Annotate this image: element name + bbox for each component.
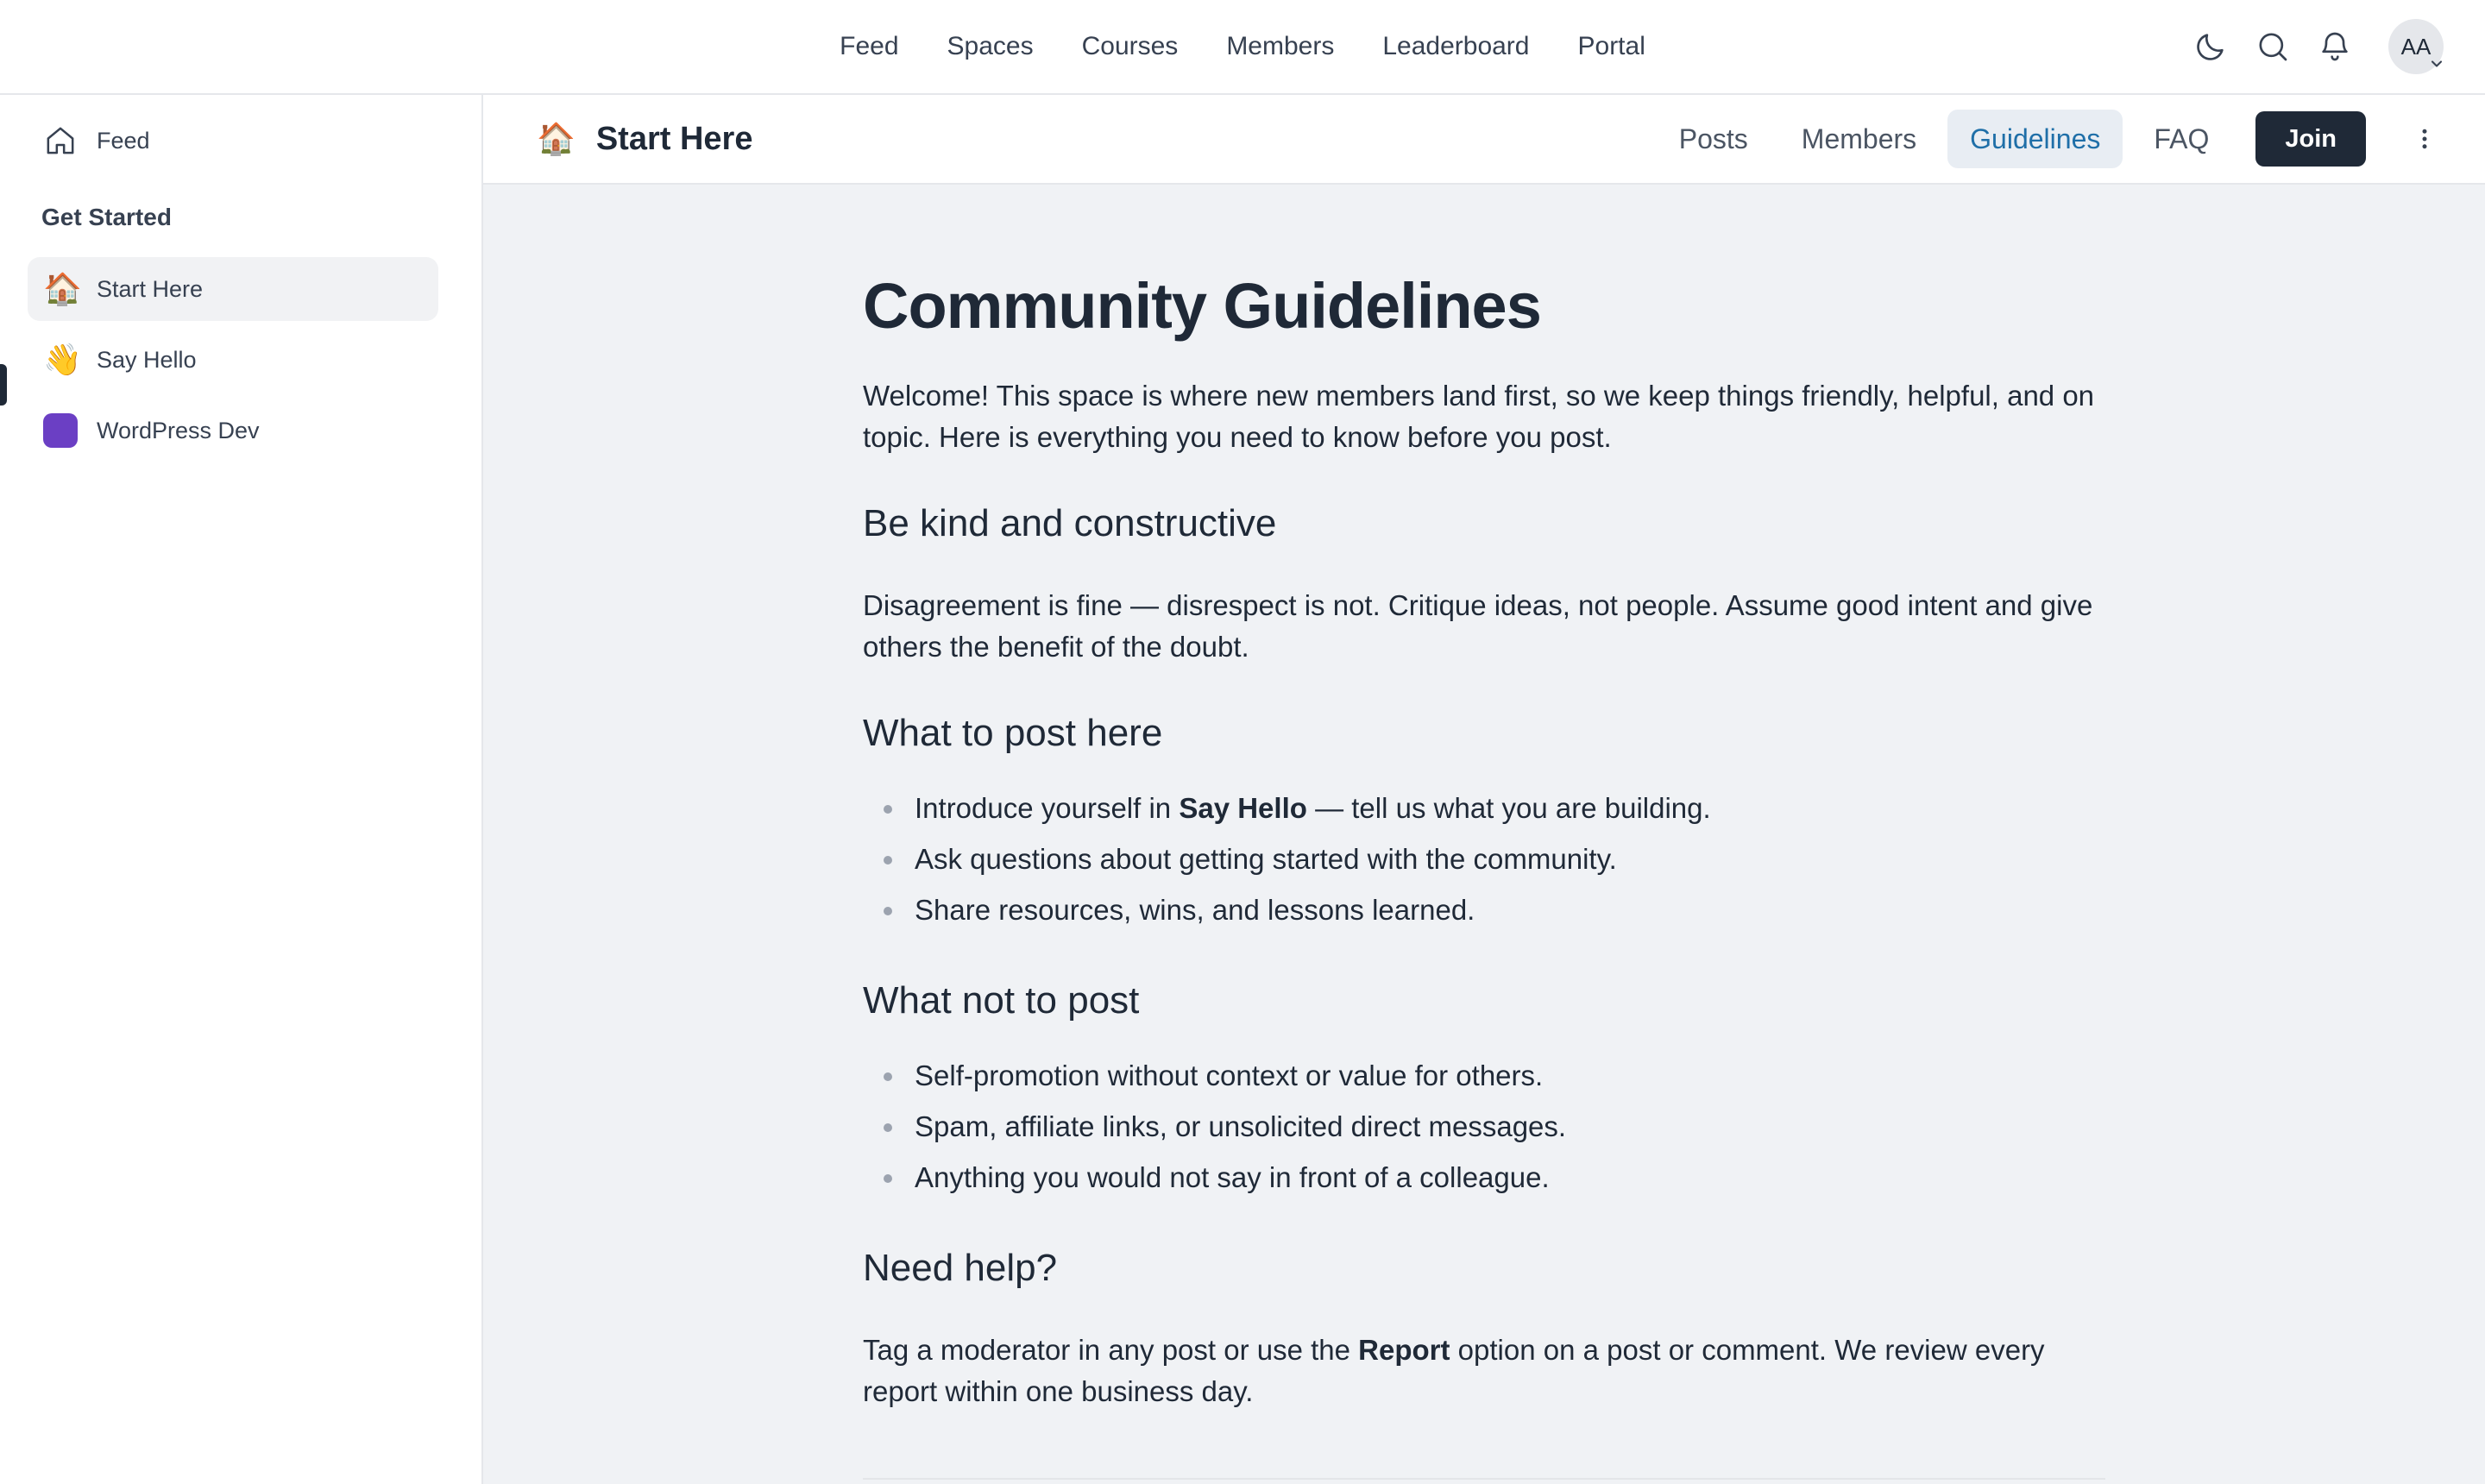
section-heading-what-not-to-post: What not to post xyxy=(863,978,1140,1022)
what-not-to-post-list: Self-promotion without context or value … xyxy=(863,1050,2105,1203)
sidebar-space-list: 🏠 Start Here 👋 Say Hello WordPress Dev xyxy=(28,257,438,469)
sidebar-item-label: Start Here xyxy=(97,275,204,302)
what-to-post-list: Introduce yourself in Say Hello — tell u… xyxy=(863,783,2105,935)
moon-icon[interactable] xyxy=(2192,28,2230,66)
main-nav: Feed Spaces Courses Members Leaderboard … xyxy=(0,0,2485,93)
nav-portal[interactable]: Portal xyxy=(1578,32,1645,61)
section-heading-need-help: Need help? xyxy=(863,1246,1058,1289)
sidebar-item-say-hello[interactable]: 👋 Say Hello xyxy=(28,328,438,392)
guidelines-article: Community Guidelines Welcome! This space… xyxy=(863,271,2105,1480)
avatar-initials: AA xyxy=(2400,33,2432,60)
nav-members[interactable]: Members xyxy=(1226,32,1334,61)
bell-icon[interactable] xyxy=(2316,28,2354,66)
nav-leaderboard[interactable]: Leaderboard xyxy=(1382,32,1529,61)
chevron-down-icon xyxy=(2431,60,2443,67)
space-color-icon xyxy=(43,413,78,448)
sidebar-item-label: Feed xyxy=(97,127,150,154)
space-header: 🏠 Start Here Posts Members Guidelines FA… xyxy=(483,95,2485,185)
tab-guidelines[interactable]: Guidelines xyxy=(1947,110,2123,168)
sidebar-item-label: WordPress Dev xyxy=(97,417,260,443)
kind-paragraph: Disagreement is fine — disrespect is not… xyxy=(863,589,2093,663)
sidebar-item-label: Say Hello xyxy=(97,346,197,373)
active-indicator xyxy=(0,364,7,406)
sidebar-section-heading: Get Started xyxy=(41,204,172,230)
report-mention: Report xyxy=(1358,1333,1450,1366)
divider xyxy=(863,1477,2105,1480)
list-item: Anything you would not say in front of a… xyxy=(863,1152,2105,1203)
nav-spaces[interactable]: Spaces xyxy=(947,32,1034,61)
space-name: Start Here xyxy=(595,120,753,157)
waving-hand-icon: 👋 xyxy=(43,342,82,377)
sidebar-item-feed[interactable]: Feed xyxy=(28,116,438,166)
list-item: Ask questions about getting started with… xyxy=(863,833,2105,884)
sidebar-item-wordpress-dev[interactable]: WordPress Dev xyxy=(28,399,438,462)
say-hello-mention: Say Hello xyxy=(1179,791,1307,824)
need-help-paragraph: Tag a moderator in any post or use the R… xyxy=(863,1333,2045,1407)
page-title: Community Guidelines xyxy=(863,270,1542,342)
join-button[interactable]: Join xyxy=(2255,111,2366,167)
tab-members[interactable]: Members xyxy=(1779,110,1939,168)
home-icon xyxy=(47,127,74,154)
section-heading-what-to-post: What to post here xyxy=(863,712,1163,755)
main-content: Community Guidelines Welcome! This space… xyxy=(483,185,2485,1484)
user-avatar[interactable]: AA xyxy=(2388,19,2444,74)
nav-feed[interactable]: Feed xyxy=(840,32,898,61)
kebab-menu-icon[interactable] xyxy=(2409,123,2440,154)
nav-courses[interactable]: Courses xyxy=(1082,32,1179,61)
house-emoji-icon: 🏠 xyxy=(43,271,82,306)
sidebar: Feed Get Started 🏠 Start Here 👋 Say Hell… xyxy=(0,95,483,1484)
list-item: Spam, affiliate links, or unsolicited di… xyxy=(863,1101,2105,1152)
space-tabs: Posts Members Guidelines FAQ Join xyxy=(1657,95,2366,183)
sidebar-item-start-here[interactable]: 🏠 Start Here xyxy=(28,257,438,321)
top-bar: Feed Spaces Courses Members Leaderboard … xyxy=(0,0,2485,95)
list-item: Share resources, wins, and lessons learn… xyxy=(863,884,2105,935)
intro-paragraph: Welcome! This space is where new members… xyxy=(863,380,2095,454)
tab-posts[interactable]: Posts xyxy=(1657,110,1771,168)
section-heading-kind: Be kind and constructive xyxy=(863,502,1277,545)
house-emoji-icon: 🏠 xyxy=(537,121,576,156)
list-item: Introduce yourself in Say Hello — tell u… xyxy=(863,783,2105,833)
search-icon[interactable] xyxy=(2254,28,2292,66)
top-actions: AA xyxy=(2192,0,2444,93)
list-item: Self-promotion without context or value … xyxy=(863,1050,2105,1101)
space-title: 🏠 Start Here xyxy=(537,95,752,183)
tab-faq[interactable]: FAQ xyxy=(2131,110,2231,168)
